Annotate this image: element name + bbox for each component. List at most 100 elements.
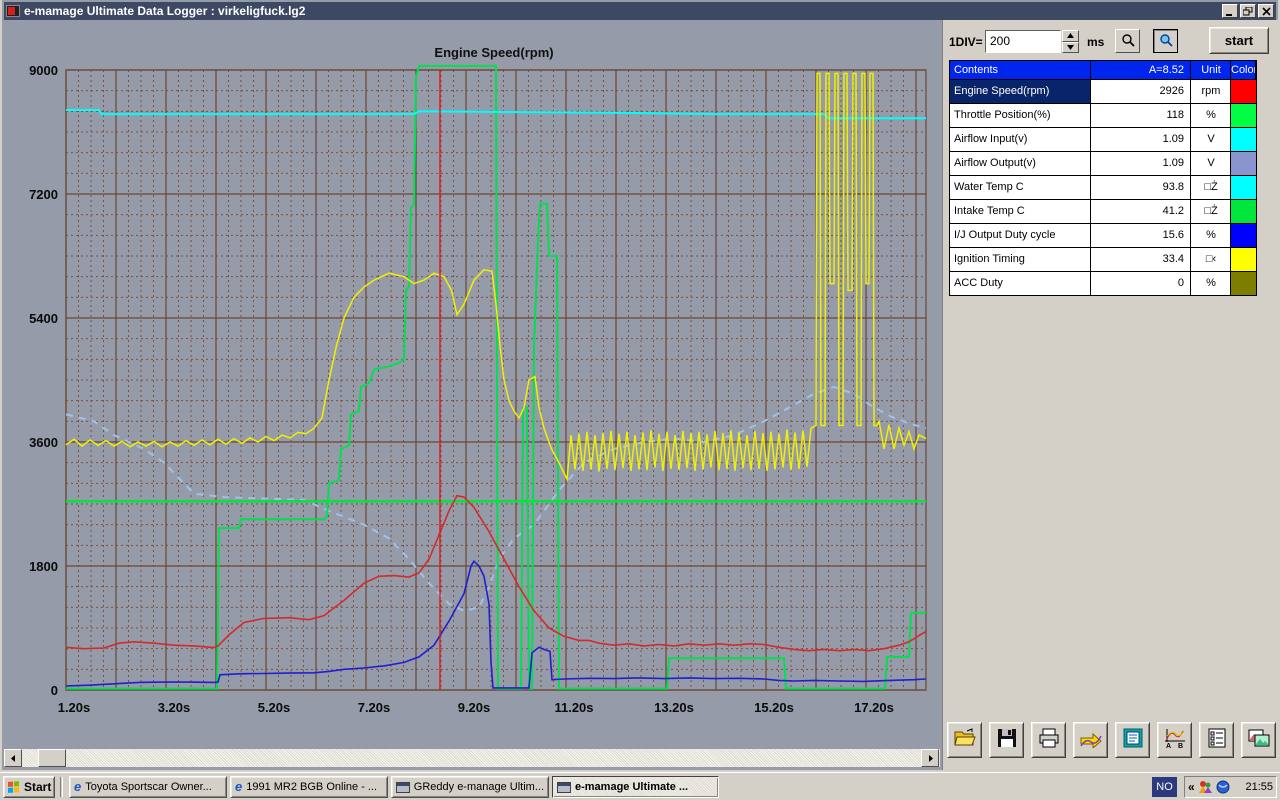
channel-color-swatch[interactable] bbox=[1231, 80, 1256, 103]
channel-name[interactable]: Water Temp C bbox=[950, 176, 1091, 199]
task-button-2[interactable]: e 1991 MR2 BGB Online - ... bbox=[230, 776, 388, 798]
x-tick-label: 5.20s bbox=[258, 700, 291, 715]
channel-name[interactable]: Throttle Position(%) bbox=[950, 104, 1091, 127]
channel-row-4[interactable]: Airflow Output(v) 1.09 V bbox=[950, 151, 1256, 175]
taskbar: Start e Toyota Sportscar Owner... e 1991 MR… bbox=[0, 772, 1280, 800]
channel-row-2[interactable]: Throttle Position(%) 118% bbox=[950, 103, 1256, 127]
channel-row-8[interactable]: Ignition Timing 33.4 □‹ bbox=[950, 247, 1256, 271]
list-view-button[interactable] bbox=[1115, 722, 1150, 758]
start-menu-button[interactable]: Start bbox=[3, 776, 55, 798]
x-tick-label: 3.20s bbox=[158, 700, 191, 715]
images-button[interactable] bbox=[1241, 722, 1276, 758]
channel-color-swatch[interactable] bbox=[1231, 248, 1256, 271]
channel-name[interactable]: I/J Output Duty cycle bbox=[950, 224, 1091, 247]
arrow-left-icon bbox=[10, 754, 15, 762]
x-tick-label: 17.20s bbox=[854, 700, 894, 715]
close-button[interactable] bbox=[1258, 4, 1274, 18]
chart-plot[interactable]: 0 1800 3600 5400 7200 9000 1.20s 3.20s 5.20s 7.20… bbox=[4, 20, 942, 750]
app-icon bbox=[6, 5, 20, 17]
channel-name[interactable]: Airflow Output(v) bbox=[950, 152, 1091, 175]
globe-tray-icon[interactable] bbox=[1216, 780, 1230, 794]
y-tick-label: 7200 bbox=[29, 187, 58, 202]
x-tick-label: 11.20s bbox=[554, 700, 593, 715]
start-logging-button[interactable]: start bbox=[1209, 27, 1269, 54]
channel-color-swatch[interactable] bbox=[1231, 200, 1256, 223]
channel-color-swatch[interactable] bbox=[1231, 224, 1256, 247]
datalogger-app-icon bbox=[396, 781, 410, 793]
task-button-3[interactable]: GReddy e-manage Ultim... bbox=[391, 776, 549, 798]
channel-color-swatch[interactable] bbox=[1231, 104, 1256, 127]
x-tick-label: 13.20s bbox=[654, 700, 694, 715]
channel-unit: □Ż bbox=[1191, 176, 1231, 199]
channel-value: 15.6 bbox=[1091, 224, 1191, 247]
channel-row-9[interactable]: ACC Duty 0% bbox=[950, 271, 1256, 295]
channel-unit: % bbox=[1191, 224, 1231, 247]
export-chart-icon bbox=[1079, 728, 1103, 753]
compare-ab-chart-icon: AB bbox=[1163, 728, 1187, 753]
channel-color-swatch[interactable] bbox=[1231, 176, 1256, 199]
y-tick-label: 3600 bbox=[29, 435, 58, 450]
controls-row: 1DIV= 200 ms start bbox=[947, 27, 1277, 57]
channel-row-7[interactable]: I/J Output Duty cycle 15.6% bbox=[950, 223, 1256, 247]
channel-row-5[interactable]: Water Temp C 93.8 □Ż bbox=[950, 175, 1256, 199]
right-panel: 1DIV= 200 ms start Contents A=8.52 Unit … bbox=[942, 20, 1280, 770]
x-tick-label: 15.20s bbox=[754, 700, 794, 715]
report-list-button[interactable] bbox=[1199, 722, 1234, 758]
restore-button[interactable] bbox=[1240, 4, 1256, 18]
zoom-in-button[interactable] bbox=[1153, 29, 1178, 53]
magnifier-icon bbox=[1121, 34, 1135, 47]
channel-row-1[interactable]: Engine Speed(rpm) 2926 rpm bbox=[950, 79, 1256, 103]
channels-table: Contents A=8.52 Unit Color Engine Speed(… bbox=[949, 60, 1257, 296]
start-label: Start bbox=[24, 780, 52, 794]
scroll-left-button[interactable] bbox=[4, 749, 22, 767]
task-button-1[interactable]: e Toyota Sportscar Owner... bbox=[69, 776, 227, 798]
chart-horizontal-scrollbar[interactable] bbox=[4, 749, 940, 767]
channel-color-swatch[interactable] bbox=[1231, 128, 1256, 151]
task-button-4[interactable]: e-mamage Ultimate ... bbox=[552, 776, 719, 798]
export-chart-button[interactable] bbox=[1073, 722, 1108, 758]
images-icon bbox=[1247, 728, 1271, 753]
tray-chevron[interactable]: « bbox=[1188, 780, 1195, 794]
series-throttle-position bbox=[66, 64, 926, 690]
axis-labels: 0 1800 3600 5400 7200 9000 1.20s 3.20s 5.20s 7.20… bbox=[29, 63, 894, 715]
header-unit: Unit bbox=[1191, 61, 1231, 79]
channel-name[interactable]: Ignition Timing bbox=[950, 248, 1091, 271]
language-indicator[interactable]: NO bbox=[1152, 777, 1177, 797]
arrow-right-icon bbox=[928, 754, 933, 762]
scroll-right-button[interactable] bbox=[921, 749, 939, 767]
channel-row-3[interactable]: Airflow Input(v) 1.09 V bbox=[950, 127, 1256, 151]
ms-unit-label: ms bbox=[1087, 35, 1105, 49]
channel-row-6[interactable]: Intake Temp C 41.2 □Ż bbox=[950, 199, 1256, 223]
channel-unit: rpm bbox=[1191, 80, 1231, 103]
channel-color-swatch[interactable] bbox=[1231, 272, 1256, 295]
print-button[interactable] bbox=[1031, 722, 1066, 758]
channel-name[interactable]: Engine Speed(rpm) bbox=[950, 80, 1091, 103]
datalogger-app-icon bbox=[557, 781, 571, 793]
minimize-button[interactable] bbox=[1222, 4, 1238, 18]
scrollbar-thumb[interactable] bbox=[38, 749, 66, 767]
spinner-up-icon[interactable] bbox=[1062, 30, 1079, 42]
zoom-out-button[interactable] bbox=[1115, 29, 1140, 53]
channel-name[interactable]: Intake Temp C bbox=[950, 200, 1091, 223]
div-input[interactable]: 200 bbox=[985, 30, 1061, 53]
channel-value: 41.2 bbox=[1091, 200, 1191, 223]
windows-logo-icon bbox=[8, 780, 19, 793]
system-tray: « 21:55 bbox=[1184, 776, 1277, 798]
spinner-down-icon[interactable] bbox=[1062, 41, 1079, 53]
channel-unit: % bbox=[1191, 104, 1231, 127]
taskbar-divider bbox=[60, 777, 63, 797]
compare-ab-chart-button[interactable]: AB bbox=[1157, 722, 1192, 758]
channel-unit: □‹ bbox=[1191, 248, 1231, 271]
messenger-icon[interactable] bbox=[1198, 780, 1213, 794]
open-file-button[interactable] bbox=[947, 722, 982, 758]
channel-color-swatch[interactable] bbox=[1231, 152, 1256, 175]
x-tick-label: 7.20s bbox=[358, 700, 391, 715]
series-airflow-output bbox=[65, 385, 927, 612]
div-spinner[interactable] bbox=[1062, 30, 1079, 53]
save-button[interactable] bbox=[989, 722, 1024, 758]
series-engine-speed bbox=[65, 494, 927, 652]
channel-value: 33.4 bbox=[1091, 248, 1191, 271]
channel-name[interactable]: Airflow Input(v) bbox=[950, 128, 1091, 151]
svg-text:B: B bbox=[1178, 743, 1183, 748]
channel-name[interactable]: ACC Duty bbox=[950, 272, 1091, 295]
